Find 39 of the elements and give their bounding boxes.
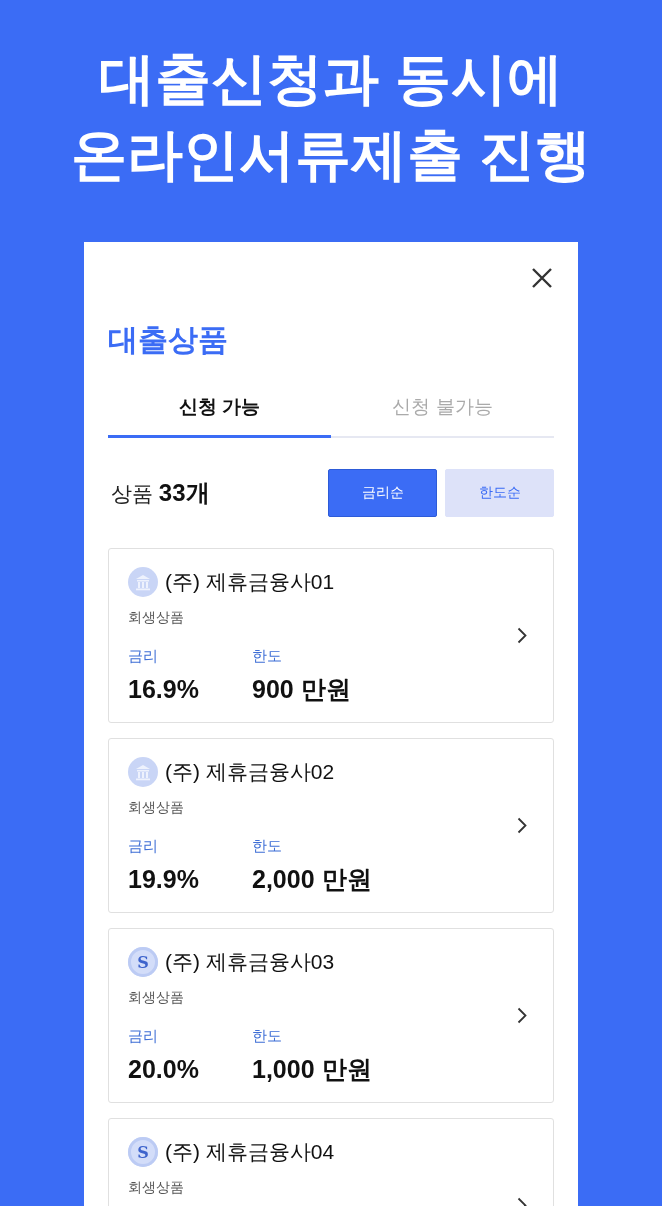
rate-value: 16.9% (128, 674, 199, 704)
limit-label: 한도 (252, 836, 282, 856)
limit-value: 2,000 만원 (252, 864, 372, 894)
rate-value: 20.0% (128, 1054, 199, 1084)
product-category: 회생상품 (128, 988, 184, 1007)
close-icon[interactable] (531, 267, 553, 289)
company-name: (주) 제휴금융사02 (165, 759, 335, 785)
product-card[interactable]: S (주) 제휴금융사04 회생상품 (108, 1118, 554, 1206)
product-card[interactable]: (주) 제휴금융사01 회생상품 금리 16.9% 한도 900 만원 (108, 548, 554, 723)
panel-title: 대출상품 (108, 322, 228, 358)
rate-label: 금리 (128, 1026, 158, 1046)
bank-building-icon (128, 567, 158, 597)
rate-label: 금리 (128, 836, 158, 856)
product-card[interactable]: (주) 제휴금융사02 회생상품 금리 19.9% 한도 2,000 만원 (108, 738, 554, 913)
rate-label: 금리 (128, 646, 158, 666)
company-name: (주) 제휴금융사03 (165, 949, 335, 975)
product-card[interactable]: S (주) 제휴금융사03 회생상품 금리 20.0% 한도 1,000 만원 (108, 928, 554, 1103)
company-logo: S (128, 947, 158, 977)
product-category: 회생상품 (128, 1178, 184, 1197)
company-logo: S (128, 1137, 158, 1167)
chevron-right-icon (517, 1007, 527, 1024)
sort-button[interactable]: 금리순 (328, 469, 437, 517)
headline-text: 온라인서류제출 진행 (71, 122, 591, 188)
headline-text: 대출신청과 동시에 (99, 46, 563, 112)
product-category: 회생상품 (128, 608, 184, 627)
limit-value: 1,000 만원 (252, 1054, 372, 1084)
limit-label: 한도 (252, 646, 282, 666)
chevron-right-icon (517, 817, 527, 834)
product-count: 상품 33개 (110, 478, 210, 508)
rate-value: 19.9% (128, 864, 199, 894)
tab[interactable]: 신청 가능 (108, 385, 331, 438)
bank-building-icon (128, 757, 158, 787)
company-name: (주) 제휴금융사04 (165, 1139, 335, 1165)
limit-value: 900 만원 (252, 674, 351, 704)
chevron-right-icon (517, 627, 527, 644)
limit-label: 한도 (252, 1026, 282, 1046)
product-category: 회생상품 (128, 798, 184, 817)
company-name: (주) 제휴금융사01 (165, 569, 335, 595)
sort-button[interactable]: 한도순 (445, 469, 554, 517)
